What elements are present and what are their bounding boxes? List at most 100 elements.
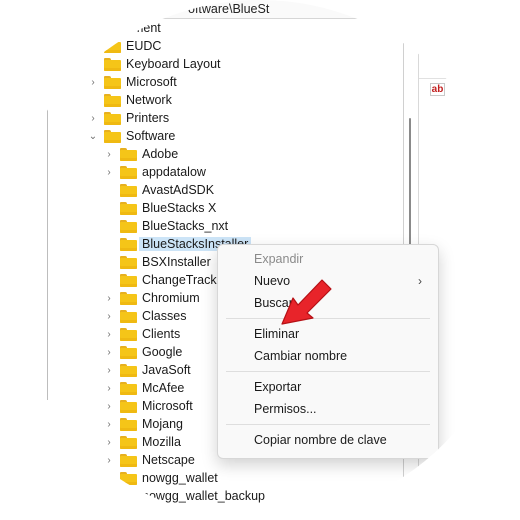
chevron-right-icon[interactable]: › <box>104 397 114 415</box>
tree-item-adobe[interactable]: › Adobe <box>104 145 178 163</box>
tree-item-nowgg-wallet-backup[interactable]: nowgg_wallet_backup <box>104 487 265 505</box>
tree-item-nowgg-wallet[interactable]: nowgg_wallet <box>104 469 218 487</box>
tree-guide-line <box>47 100 48 400</box>
tree-item[interactable]: nment <box>88 19 161 37</box>
chevron-icon[interactable] <box>104 181 114 199</box>
tree-item-label: Microsoft <box>142 399 193 413</box>
tree-item-appdatalow[interactable]: › appdatalow <box>104 163 206 181</box>
menu-item-expandir[interactable]: Expandir <box>254 252 303 266</box>
tree-item-clients[interactable]: › Clients <box>104 325 180 343</box>
folder-icon <box>120 363 137 377</box>
folder-icon <box>104 57 121 71</box>
folder-icon <box>104 93 121 107</box>
tree-item-google[interactable]: › Google <box>104 343 182 361</box>
tree-item-network[interactable]: Network <box>88 91 172 109</box>
chevron-right-icon[interactable]: › <box>104 361 114 379</box>
screenshot-circle: oftware\BlueSt ab nment EUDC Keyboard La… <box>0 0 520 520</box>
folder-icon <box>120 201 137 215</box>
tree-item-label: BSXInstaller <box>142 255 211 269</box>
menu-separator <box>226 371 430 372</box>
folder-icon <box>120 435 137 449</box>
tree-item-microsoft-sub[interactable]: › Microsoft <box>104 397 193 415</box>
menu-item-cambiar-nombre[interactable]: Cambiar nombre <box>254 349 347 363</box>
menu-item-copiar-nombre-clave[interactable]: Copiar nombre de clave <box>254 433 387 447</box>
chevron-icon[interactable] <box>104 235 114 253</box>
tree-item-label: BlueStacks_nxt <box>142 219 229 233</box>
chevron-right-icon[interactable]: › <box>104 145 114 163</box>
chevron-icon[interactable] <box>104 217 114 235</box>
tree-item-label: McAfee <box>142 381 185 395</box>
tree-item-avastadsdk[interactable]: AvastAdSDK <box>104 181 214 199</box>
chevron-right-icon[interactable]: › <box>88 109 98 127</box>
folder-icon <box>120 327 137 341</box>
folder-icon <box>120 219 137 233</box>
values-pane-header <box>419 0 520 79</box>
tree-item-label: nowgg_wallet_backup <box>142 489 266 503</box>
folder-icon <box>120 165 137 179</box>
folder-icon <box>120 381 137 395</box>
tree-item-label: EUDC <box>126 39 162 53</box>
chevron-icon[interactable] <box>88 55 98 73</box>
tree-item-label: AvastAdSDK <box>142 183 215 197</box>
chevron-right-icon[interactable]: › <box>104 379 114 397</box>
chevron-icon[interactable] <box>104 253 114 271</box>
chevron-down-icon[interactable]: ⌄ <box>88 127 98 145</box>
tree-item-label: Clients <box>142 327 181 341</box>
folder-icon <box>120 489 137 503</box>
chevron-right-icon[interactable]: › <box>88 73 98 91</box>
tree-item-label: Chromium <box>142 291 200 305</box>
tree-item-mozilla[interactable]: › Mozilla <box>104 433 181 451</box>
chevron-icon[interactable] <box>104 199 114 217</box>
tree-item-label: Keyboard Layout <box>126 57 221 71</box>
tree-item-label: nment <box>126 21 161 35</box>
folder-icon <box>120 255 137 269</box>
chevron-right-icon[interactable]: › <box>104 343 114 361</box>
tree-item-netscape[interactable]: › Netscape <box>104 451 194 469</box>
menu-item-permisos[interactable]: Permisos... <box>254 402 317 416</box>
folder-icon <box>120 345 137 359</box>
tree-item-javasoft[interactable]: › JavaSoft <box>104 361 190 379</box>
tree-item-software[interactable]: ⌄ Software <box>88 127 176 145</box>
tree-item-mojang[interactable]: › Mojang <box>104 415 183 433</box>
chevron-right-icon[interactable]: › <box>104 307 114 325</box>
chevron-right-icon[interactable]: › <box>104 433 114 451</box>
tree-item-changetracker[interactable]: ChangeTracker <box>104 271 228 289</box>
folder-icon <box>120 183 137 197</box>
chevron-icon[interactable] <box>104 469 114 487</box>
chevron-right-icon[interactable]: › <box>104 325 114 343</box>
tree-item-label: Printers <box>126 111 170 125</box>
tree-item-chromium[interactable]: › Chromium <box>104 289 200 307</box>
chevron-right-icon[interactable]: › <box>104 289 114 307</box>
tree-item-keyboard-layout[interactable]: Keyboard Layout <box>88 55 221 73</box>
chevron-right-icon[interactable]: › <box>104 415 114 433</box>
folder-icon <box>120 309 137 323</box>
string-value-icon: ab <box>430 83 445 96</box>
chevron-icon[interactable] <box>88 91 98 109</box>
folder-icon <box>104 21 121 35</box>
tree-item-label: nowgg_wallet <box>142 471 218 485</box>
tree-item-classes[interactable]: › Classes <box>104 307 186 325</box>
chevron-icon[interactable] <box>88 37 98 55</box>
chevron-right-icon[interactable]: › <box>104 163 114 181</box>
tree-item-bsxinstaller[interactable]: BSXInstaller <box>104 253 211 271</box>
tree-item-bluestacks-nxt[interactable]: BlueStacks_nxt <box>104 217 228 235</box>
tree-item-eudc[interactable]: EUDC <box>88 37 161 55</box>
tree-item-microsoft[interactable]: › Microsoft <box>88 73 176 91</box>
folder-icon <box>104 111 121 125</box>
folder-icon <box>120 417 137 431</box>
tree-item-mcafee[interactable]: › McAfee <box>104 379 184 397</box>
chevron-icon[interactable] <box>104 487 114 505</box>
chevron-icon[interactable] <box>88 19 98 37</box>
address-text: oftware\BlueSt <box>188 2 270 16</box>
chevron-icon[interactable] <box>104 271 114 289</box>
tree-item-bluestacks-x[interactable]: BlueStacks X <box>104 199 216 217</box>
red-arrow-icon <box>281 279 332 325</box>
tree-item-label: ChangeTracker <box>142 273 228 287</box>
folder-icon <box>120 237 137 251</box>
address-bar[interactable]: oftware\BlueSt <box>40 0 440 19</box>
submenu-arrow-icon: › <box>418 274 422 288</box>
tree-item-printers[interactable]: › Printers <box>88 109 169 127</box>
menu-item-exportar[interactable]: Exportar <box>254 380 301 394</box>
chevron-right-icon[interactable]: › <box>104 451 114 469</box>
menu-item-eliminar[interactable]: Eliminar <box>254 327 299 341</box>
